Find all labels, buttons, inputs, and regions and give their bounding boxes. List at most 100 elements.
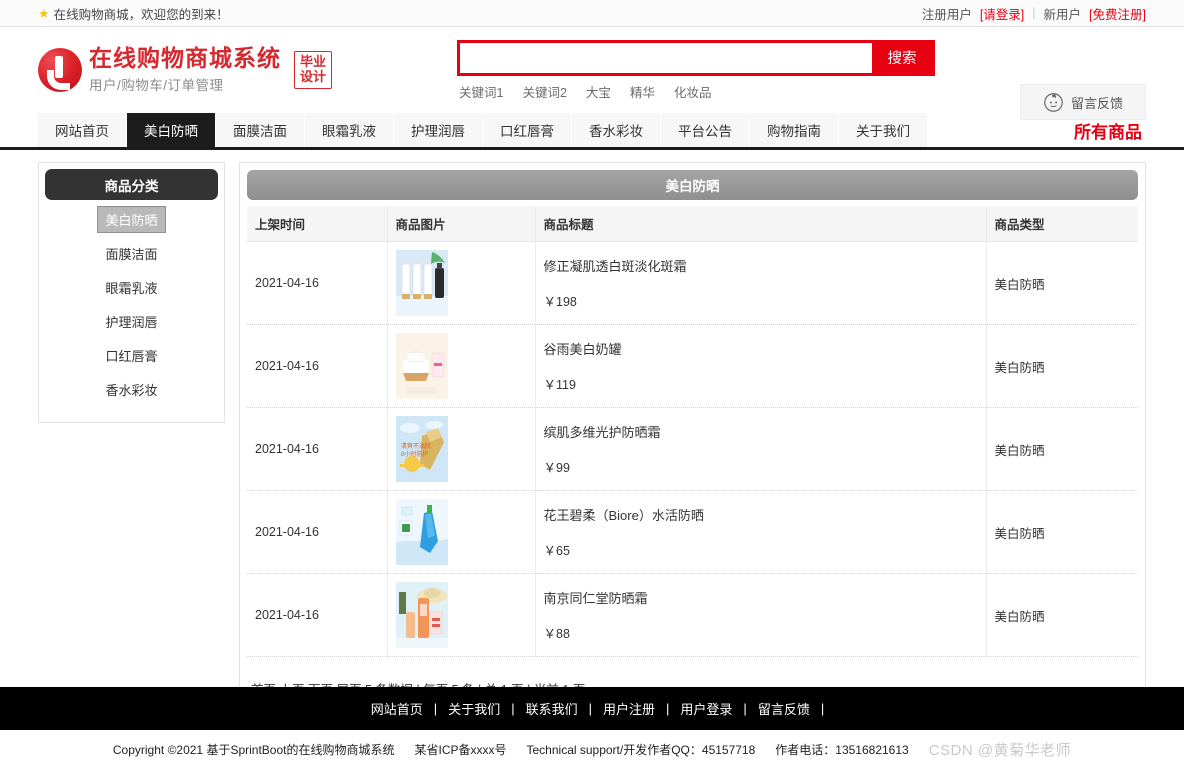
panel-title: 美白防晒 [247,170,1138,200]
nav-item-perfume-makeup[interactable]: 香水彩妆 [572,113,661,147]
table-row[interactable]: 2021-04-16 [247,241,1138,325]
cell-time: 2021-04-16 [247,490,388,574]
feedback-button[interactable]: 留言反馈 [1020,84,1146,120]
product-price: ￥88 [543,627,570,641]
product-price: ￥198 [543,295,577,309]
cell-type: 美白防晒 [986,573,1138,657]
product-thumb-orange-set-icon[interactable] [395,582,448,648]
table-row[interactable]: 2021-04-16 [247,324,1138,408]
cell-type: 美白防晒 [986,490,1138,574]
author-phone: 作者电话：13516821613 [775,743,909,757]
page-root: ★ 在线购物商城，欢迎您的到来！ 注册用户 [请登录] | 新用户 [免费注册]… [0,0,1184,768]
footer-link-login[interactable]: 用户登录 [669,699,743,718]
product-title[interactable]: 花王碧柔（Biore）水活防晒 [544,505,978,524]
sidebar-title: 商品分类 [45,169,218,200]
footer-link-register[interactable]: 用户注册 [592,699,666,718]
nav-item-announcements[interactable]: 平台公告 [661,113,750,147]
keyword-3[interactable]: 大宝 [586,82,611,101]
product-title[interactable]: 缤肌多维光护防晒霜 [544,422,978,441]
logo-circle-icon [38,48,82,92]
nav-item-whitening[interactable]: 美白防晒 [127,113,216,147]
watermark: CSDN @黄菊华老师 [928,742,1072,759]
footer-link-about[interactable]: 关于我们 [437,699,511,718]
table-row[interactable]: 2021-04-16 [247,490,1138,574]
product-table: 上架时间 商品图片 商品标题 商品类型 2021-04-16 修正凝肌透白斑淡化… [247,206,1138,657]
main-nav-bar: 网站首页 美白防晒 面膜洁面 眼霜乳液 护理润唇 口红唇膏 香水彩妆 平台公告 … [0,113,1184,150]
sidebar-item-mask-cleanser[interactable]: 面膜洁面 [39,238,224,268]
footer-link-contact[interactable]: 联系我们 [515,699,589,718]
cell-product-info: 谷雨美白奶罐 ￥119 [535,324,987,408]
table-row[interactable]: 2021-04-16 清爽不油腻 8小时防护 缤肌多维光护防晒霜 ￥99 美白防… [247,407,1138,491]
product-title[interactable]: 修正凝肌透白斑淡化斑霜 [544,256,978,275]
cell-product-info: 南京同仁堂防晒霜 ￥88 [535,573,987,657]
keyword-2[interactable]: 关键词2 [522,82,566,101]
feedback-label: 留言反馈 [1070,95,1123,111]
site-header: 在线购物商城系统 用户/购物车/订单管理 毕业 设计 搜索 关键词1 关键词2 … [0,27,1184,120]
sidebar-item-label: 香水彩妆 [105,382,158,398]
cell-type: 美白防晒 [986,407,1138,491]
table-row[interactable]: 2021-04-16 [247,573,1138,657]
sidebar-item-label: 眼霜乳液 [105,280,158,296]
logo-title: 在线购物商城系统 [89,45,281,72]
sidebar-item-lipstick[interactable]: 口红唇膏 [39,340,224,370]
site-logo[interactable]: 在线购物商城系统 用户/购物车/订单管理 毕业 设计 [38,45,333,94]
footer-link-home[interactable]: 网站首页 [360,699,434,718]
column-header-type: 商品类型 [986,206,1138,242]
footer-copyright: Copyright ©2021 基于SprintBoot的在线购物商城系统 某省… [0,739,1184,760]
cell-type: 美白防晒 [986,241,1138,325]
keyword-1[interactable]: 关键词1 [459,82,503,101]
welcome-area: ★ 在线购物商城，欢迎您的到来！ [38,4,229,23]
cell-time: 2021-04-16 [247,324,388,408]
register-link[interactable]: [免费注册] [1089,4,1146,23]
product-thumb-cream-jar-icon[interactable] [395,333,448,399]
login-link[interactable]: [请登录] [980,4,1024,23]
all-goods-link[interactable]: 所有商品 [1074,118,1142,143]
welcome-text: 在线购物商城，欢迎您的到来！ [53,7,229,22]
nav-item-about-us[interactable]: 关于我们 [839,113,928,147]
sidebar-item-whitening[interactable]: 美白防晒 [39,204,224,234]
product-thumb-gold-sunscreen-icon[interactable]: 清爽不油腻 8小时防护 [395,416,448,482]
product-title[interactable]: 谷雨美白奶罐 [544,339,978,358]
top-bar: ★ 在线购物商城，欢迎您的到来！ 注册用户 [请登录] | 新用户 [免费注册] [0,0,1184,27]
sidebar-item-eyecream-lotion[interactable]: 眼霜乳液 [39,272,224,302]
product-price: ￥65 [543,544,570,558]
product-title[interactable]: 南京同仁堂防晒霜 [544,588,978,607]
cell-time: 2021-04-16 [247,407,388,491]
sidebar-item-label: 美白防晒 [97,205,166,233]
product-price: ￥119 [543,378,576,392]
nav-item-shopping-guide[interactable]: 购物指南 [750,113,839,147]
cell-product-info: 修正凝肌透白斑淡化斑霜 ￥198 [535,241,987,325]
product-thumb-blue-tube-icon[interactable] [395,499,448,565]
footer-link-feedback[interactable]: 留言反馈 [747,699,821,718]
registered-user-label: 注册用户 [921,7,972,22]
table-header-row: 上架时间 商品图片 商品标题 商品类型 [247,206,1138,242]
cell-type: 美白防晒 [986,324,1138,408]
nav-item-mask-cleanser[interactable]: 面膜洁面 [216,113,305,147]
hot-keywords: 关键词1 关键词2 大宝 精华 化妆品 [457,82,935,101]
nav-item-eyecream-lotion[interactable]: 眼霜乳液 [305,113,394,147]
search-input[interactable] [460,42,873,73]
content-area: 商品分类 美白防晒 面膜洁面 眼霜乳液 护理润唇 口红唇膏 香水彩妆 美白防晒 [0,150,1184,713]
main-nav: 网站首页 美白防晒 面膜洁面 眼霜乳液 护理润唇 口红唇膏 香水彩妆 平台公告 … [38,113,928,147]
star-icon: ★ [38,5,50,21]
user-face-icon [1044,92,1063,112]
product-price: ￥99 [543,461,570,475]
keyword-5[interactable]: 化妆品 [674,82,712,101]
sidebar-item-perfume-makeup[interactable]: 香水彩妆 [39,374,224,404]
sidebar-item-label: 面膜洁面 [105,246,158,262]
sidebar-item-lipcare[interactable]: 护理润唇 [39,306,224,336]
cell-product-info: 花王碧柔（Biore）水活防晒 ￥65 [535,490,987,574]
keyword-4[interactable]: 精华 [630,82,655,101]
logo-subtitle: 用户/购物车/订单管理 [89,77,224,93]
table-body: 2021-04-16 修正凝肌透白斑淡化斑霜 ￥198 美白防晒 2021-04… [247,241,1138,657]
search-button[interactable]: 搜索 [872,42,933,73]
logo-text-block: 在线购物商城系统 用户/购物车/订单管理 [89,45,281,94]
nav-item-lipcare[interactable]: 护理润唇 [394,113,483,147]
sidebar-item-label: 口红唇膏 [105,348,158,364]
product-panel: 美白防晒 上架时间 商品图片 商品标题 商品类型 2021-04-16 修正凝肌… [239,162,1146,713]
nav-item-home[interactable]: 网站首页 [38,113,127,147]
support-text: Technical support/开发作者QQ：45157718 [526,743,756,757]
column-header-time: 上架时间 [247,206,388,242]
product-thumb-serum-tubes-icon[interactable] [395,250,448,316]
nav-item-lipstick[interactable]: 口红唇膏 [483,113,572,147]
